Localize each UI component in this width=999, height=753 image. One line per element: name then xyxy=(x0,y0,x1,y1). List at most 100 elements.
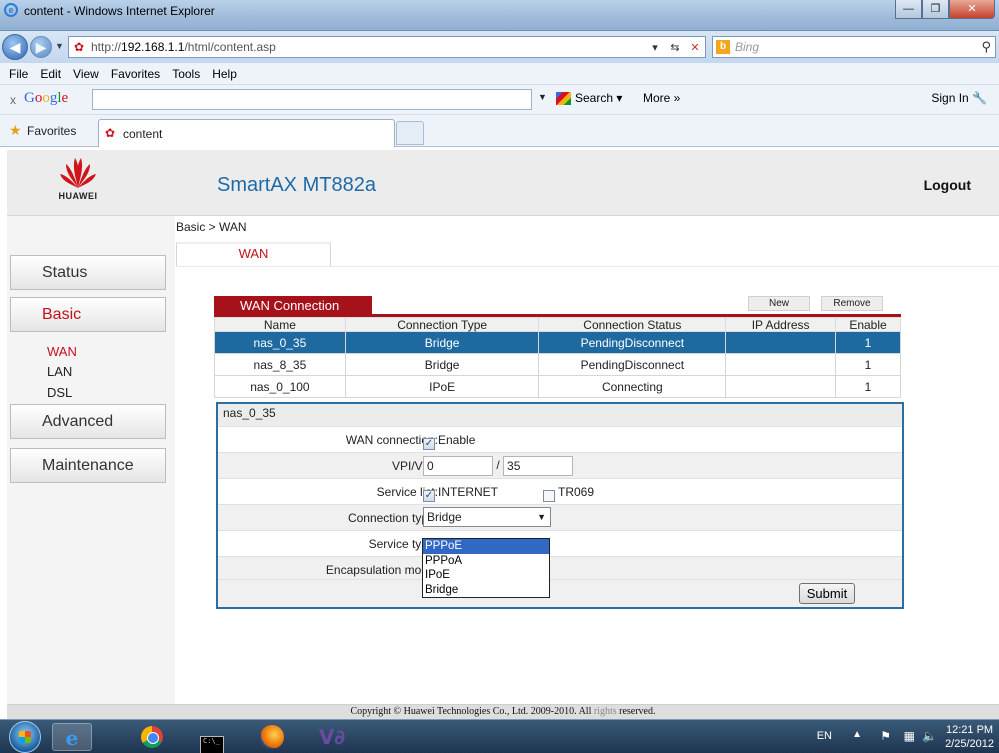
option-bridge[interactable]: Bridge xyxy=(423,583,549,598)
cell-connection-status: Connecting xyxy=(538,375,727,398)
wrench-icon[interactable]: 🔧 xyxy=(972,91,987,105)
taskbar-ie-icon[interactable]: e xyxy=(52,723,92,751)
logout-link[interactable]: Logout xyxy=(924,177,971,193)
column-header: Name xyxy=(214,317,346,332)
search-input[interactable]: b Bing ⚲ xyxy=(712,36,996,58)
remove-button[interactable]: Remove xyxy=(821,296,883,311)
option-pppoe[interactable]: PPPoE xyxy=(423,539,549,554)
sidebar-subitem-wan[interactable]: WAN xyxy=(47,344,77,359)
option-ipoe[interactable]: IPoE xyxy=(423,568,549,583)
clock[interactable]: 12:21 PM 2/25/2012 xyxy=(945,723,994,751)
cell-name: nas_0_35 xyxy=(214,331,346,354)
google-search-input[interactable] xyxy=(92,89,532,110)
forward-icon[interactable]: ▶ xyxy=(30,36,52,58)
google-dropdown-icon[interactable]: ▼ xyxy=(538,92,547,102)
google-search-icon xyxy=(556,92,571,106)
submit-button[interactable]: Submit xyxy=(799,583,855,604)
google-search-button[interactable]: Search ▾ xyxy=(556,91,622,106)
huawei-logo: HUAWEI xyxy=(50,156,106,212)
taskbar-firefox-icon[interactable] xyxy=(252,723,292,751)
back-icon[interactable]: ◀ xyxy=(2,34,28,60)
column-header: IP Address xyxy=(725,317,837,332)
sidebar-item-advanced[interactable]: Advanced xyxy=(10,404,166,439)
table-row[interactable]: nas_0_100 IPoE Connecting 1 xyxy=(214,375,901,398)
cell-enable: 1 xyxy=(835,353,901,376)
chevron-down-icon[interactable]: ▼ xyxy=(537,508,546,526)
recent-pages-dropdown-icon[interactable]: ▼ xyxy=(55,41,64,51)
ie-icon: e xyxy=(4,3,18,17)
internet-checkbox[interactable]: ✓ INTERNET xyxy=(423,485,498,502)
taskbar-visual-studio-icon[interactable]: V∂ xyxy=(312,723,352,751)
vpi-input[interactable]: 0 xyxy=(423,456,493,476)
tr069-checkbox[interactable]: ✓TR069 xyxy=(543,485,594,502)
address-input[interactable]: ✿ http://192.168.1.1/html/content.asp ▾ … xyxy=(68,36,706,58)
clock-date: 2/25/2012 xyxy=(945,738,994,750)
action-center-icon[interactable]: ⚑ xyxy=(880,729,891,743)
window-controls: — ❐ ✕ xyxy=(895,0,995,19)
menu-file[interactable]: File xyxy=(9,67,28,81)
menu-tools[interactable]: Tools xyxy=(172,67,200,81)
connection-detail-panel: nas_0_35 WAN connection: ✓ Enable VPI/VCI… xyxy=(216,402,904,609)
table-row[interactable]: nas_0_35 Bridge PendingDisconnect 1 xyxy=(214,331,901,354)
service-list-row: Service list: ✓INTERNET ✓TR069 xyxy=(218,478,902,504)
vpi-vci-row: VPI/VCI: 0 / 35 xyxy=(218,452,902,478)
menu-edit[interactable]: Edit xyxy=(40,67,61,81)
cell-ip-address xyxy=(725,331,837,354)
sidebar: Status Basic WAN LAN DSL Advanced Mainte… xyxy=(7,216,175,719)
copyright-reserved: reserved. xyxy=(616,706,656,717)
submit-row: Submit xyxy=(218,579,902,607)
network-icon[interactable]: ▦ xyxy=(904,729,915,743)
tab-wan[interactable]: WAN xyxy=(176,242,331,266)
new-button[interactable]: New xyxy=(748,296,810,311)
sidebar-item-status[interactable]: Status xyxy=(10,255,166,290)
favorites-star-icon[interactable]: ★ xyxy=(9,122,22,139)
show-hidden-icons-icon[interactable]: ▲ xyxy=(852,729,862,740)
cell-connection-type: Bridge xyxy=(344,353,540,376)
new-tab-button[interactable] xyxy=(396,121,424,145)
browser-tab-label: content xyxy=(123,127,163,141)
enable-checkbox[interactable]: ✓ Enable xyxy=(423,433,475,450)
menu-favorites[interactable]: Favorites xyxy=(111,67,160,81)
search-icon[interactable]: ⚲ xyxy=(981,39,991,55)
service-type-row: Service type: xyxy=(218,530,902,556)
google-toolbar: x Google ▼ Search ▾ More » Sign In 🔧 xyxy=(0,85,999,115)
checkbox-unchecked-icon[interactable]: ✓ xyxy=(543,490,555,502)
router-page: HUAWEI SmartAX MT882a Logout Status Basi… xyxy=(7,150,999,719)
close-toolbar-icon[interactable]: x xyxy=(10,93,16,107)
menu-help[interactable]: Help xyxy=(212,67,237,81)
vci-input[interactable]: 35 xyxy=(503,456,574,476)
menu-view[interactable]: View xyxy=(73,67,99,81)
taskbar-chrome-icon[interactable] xyxy=(132,723,172,751)
google-more-button[interactable]: More » xyxy=(643,91,680,105)
minimize-icon[interactable]: — xyxy=(895,0,922,19)
google-sign-in[interactable]: Sign In 🔧 xyxy=(931,91,987,105)
browser-tab-content[interactable]: ✿ content xyxy=(98,119,395,147)
brand-text: HUAWEI xyxy=(58,191,98,201)
maximize-icon[interactable]: ❐ xyxy=(922,0,949,19)
sidebar-subitem-dsl[interactable]: DSL xyxy=(47,385,72,400)
vpi-vci-values: 0 / 35 xyxy=(423,456,574,476)
refresh-icon[interactable]: ⇆ xyxy=(665,41,685,54)
cell-ip-address xyxy=(725,353,837,376)
address-dropdown-icon[interactable]: ▾ xyxy=(645,41,665,54)
product-title: SmartAX MT882a xyxy=(217,174,376,196)
close-icon[interactable]: ✕ xyxy=(949,0,995,19)
taskbar-cmd-icon[interactable]: C:\_ xyxy=(192,723,232,753)
checkbox-checked-icon[interactable]: ✓ xyxy=(423,438,435,450)
table-row[interactable]: nas_8_35 Bridge PendingDisconnect 1 xyxy=(214,353,901,376)
connection-type-select[interactable]: Bridge ▼ xyxy=(423,507,551,527)
sidebar-item-maintenance[interactable]: Maintenance xyxy=(10,448,166,483)
volume-icon[interactable]: 🔈 xyxy=(922,729,937,743)
checkbox-checked-icon[interactable]: ✓ xyxy=(423,490,435,502)
bing-icon: b xyxy=(716,40,730,54)
taskbar: e C:\_ V∂ EN ▲ ⚑ ▦ 🔈 12:21 PM 2/25/2012 xyxy=(0,719,999,753)
favorites-button[interactable]: Favorites xyxy=(27,124,76,138)
sidebar-item-basic[interactable]: Basic xyxy=(10,297,166,332)
language-indicator[interactable]: EN xyxy=(817,730,832,742)
option-pppoa[interactable]: PPPoA xyxy=(423,554,549,569)
sidebar-subitem-lan[interactable]: LAN xyxy=(47,364,72,379)
start-button[interactable] xyxy=(9,721,41,753)
huawei-favicon-icon: ✿ xyxy=(73,40,85,54)
breadcrumb: Basic > WAN xyxy=(176,220,247,234)
stop-icon[interactable]: ✕ xyxy=(685,41,705,54)
